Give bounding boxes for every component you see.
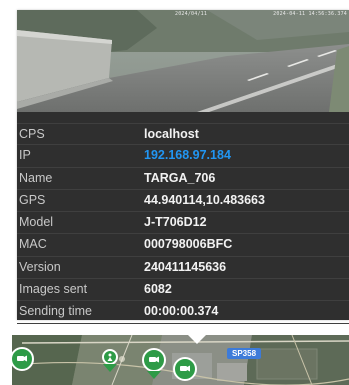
info-value: localhost [144, 127, 199, 141]
camera-icon [149, 356, 159, 363]
info-row-mac: MAC 000798006BFC [17, 234, 349, 257]
road-label: SP358 [227, 348, 262, 359]
camera-icon [17, 355, 27, 362]
map-marker-camera[interactable] [142, 348, 166, 372]
map-view[interactable]: SP358 [12, 335, 349, 385]
info-label: CPS [19, 127, 45, 141]
info-label: Sending time [19, 304, 92, 319]
camera-snapshot[interactable]: 2024/04/11 2024-04-11 14:56:36.374 [17, 10, 349, 112]
info-label: MAC [19, 237, 47, 252]
info-row-version: Version 240411145636 [17, 257, 349, 280]
popup-pointer [188, 335, 206, 344]
info-row-gps: GPS 44.940114,10.483663 [17, 190, 349, 213]
info-value: 000798006BFC [144, 237, 233, 252]
map-marker-triangle[interactable] [102, 349, 118, 365]
info-value: 6082 [144, 282, 172, 297]
info-value: 240411145636 [144, 259, 227, 274]
info-row-model: Model J-T706D12 [17, 212, 349, 235]
camera-date-overlay: 2024/04/11 [175, 11, 208, 17]
device-info-table: CPS localhost IP 192.168.97.184 Name TAR… [17, 123, 349, 324]
info-label: GPS [19, 192, 46, 207]
street-scene-image [17, 10, 349, 112]
map-marker-camera-selected[interactable] [173, 357, 197, 381]
info-label: Images sent [19, 282, 88, 297]
info-label: IP [19, 148, 31, 163]
info-row-images-sent: Images sent 6082 [17, 279, 349, 302]
info-row-name: Name TARGA_706 [17, 168, 349, 190]
marker-pointer [147, 371, 161, 379]
info-value: TARGA_706 [144, 170, 216, 185]
ip-link[interactable]: 192.168.97.184 [144, 148, 231, 162]
camera-info-card: 2024/04/11 2024-04-11 14:56:36.374 CPS l… [17, 10, 349, 324]
info-row-ip: IP 192.168.97.184 [17, 145, 349, 168]
camera-icon [180, 365, 190, 372]
info-row-sending-time: Sending time 00:00:00.374 [17, 301, 349, 324]
info-row-cps: CPS localhost [17, 123, 349, 146]
marker-pointer [103, 364, 117, 372]
info-label: Name [19, 170, 53, 185]
info-value: J-T706D12 [144, 215, 207, 230]
info-value: 44.940114,10.483663 [144, 192, 265, 207]
device-popup: 2024/04/11 2024-04-11 14:56:36.374 CPS l… [0, 0, 349, 385]
info-label: Version [19, 259, 61, 274]
camera-timestamp-overlay: 2024-04-11 14:56:36.374 [273, 11, 347, 17]
info-label: Model [19, 215, 54, 230]
person-icon [107, 353, 113, 361]
info-value: 00:00:00.374 [144, 304, 219, 319]
